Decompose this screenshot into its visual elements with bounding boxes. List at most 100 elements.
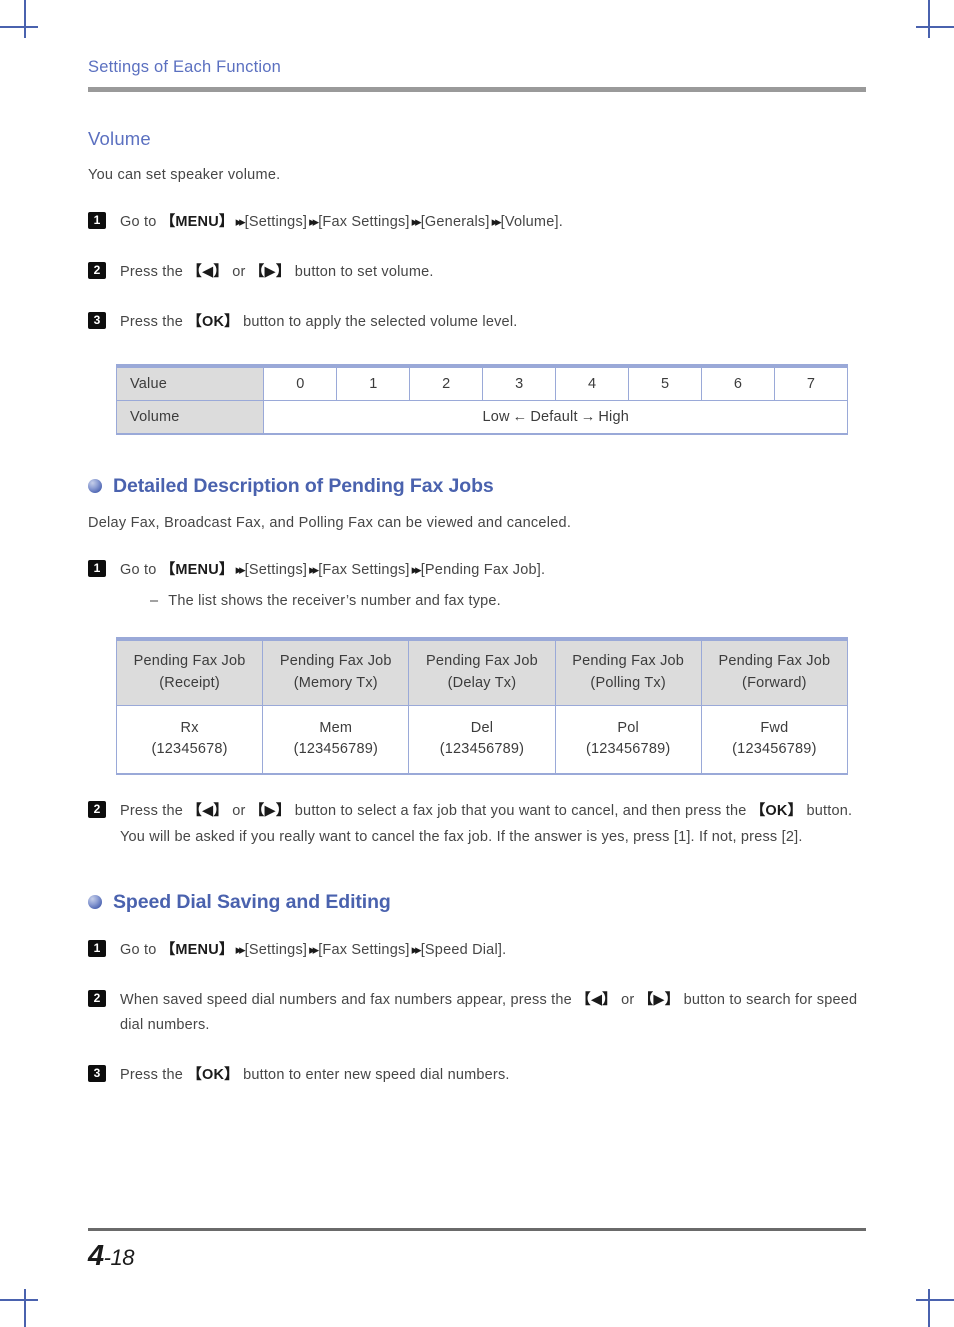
step-number-badge: 3 <box>88 1065 106 1083</box>
value-cell: 4 <box>555 365 630 401</box>
section-heading-speed-dial: Speed Dial Saving and Editing <box>88 851 866 914</box>
row-header-volume: Volume <box>115 399 265 435</box>
crop-mark-icon <box>916 1299 954 1301</box>
data-cell: Fwd (123456789) <box>700 704 849 775</box>
step-text: button to enter new speed dial numbers. <box>238 1067 510 1084</box>
page-footer: 4-18 <box>88 1228 866 1273</box>
step-text: button to apply the selected volume leve… <box>238 314 518 331</box>
volume-table: Value 0 1 2 3 4 5 6 7 Volume Low ← Default… <box>115 363 848 435</box>
step-text: button to select a fax job that you want… <box>290 803 751 820</box>
data-cell: Mem (123456789) <box>262 704 410 775</box>
section-heading-pending-fax-jobs: Detailed Description of Pending Fax Jobs <box>88 435 866 498</box>
header-line2: (Memory Tx) <box>293 674 378 691</box>
path-item: [Speed Dial] <box>420 941 503 958</box>
running-header: Settings of Each Function <box>88 58 282 76</box>
page-number-chapter: 4 <box>88 1240 104 1272</box>
ok-keycap: 【OK】 <box>750 803 803 820</box>
crop-mark-icon <box>0 1299 38 1301</box>
pending-fax-step-1: 1 Go to 【MENU】 ▸▸ [Settings] ▸▸ [Fax Setting… <box>88 534 866 584</box>
section-heading-volume: Volume <box>88 128 151 149</box>
double-arrow-icon: ▸▸ <box>309 562 319 578</box>
cell-line2: (12345678) <box>151 741 228 758</box>
path-item: [Pending Fax Job] <box>420 562 541 579</box>
pending-fax-table: Pending Fax Job (Receipt) Pending Fax Job… <box>115 637 849 776</box>
header-line2: (Delay Tx) <box>447 674 517 691</box>
scale-high: High <box>598 408 630 425</box>
row-header-value: Value <box>115 365 265 401</box>
heading-label: Speed Dial Saving and Editing <box>113 890 391 913</box>
table-row: Rx (12345678) Mem (123456789) Del (12345678… <box>115 704 849 775</box>
column-header: Pending Fax Job (Polling Tx) <box>554 638 702 706</box>
heading-label: Detailed Description of Pending Fax Jobs <box>113 474 494 497</box>
step-text: or <box>228 803 250 820</box>
header-line1: Pending Fax Job <box>426 653 538 670</box>
header-line1: Pending Fax Job <box>718 653 831 670</box>
left-arrow-icon: ← <box>512 408 528 425</box>
cell-line2: (123456789) <box>732 741 817 758</box>
path-item: [Settings] <box>244 562 308 579</box>
page-content: Settings of Each Function Volume You can… <box>88 0 866 1089</box>
crop-mark-icon <box>0 26 38 28</box>
speed-dial-step-1: 1 Go to 【MENU】 ▸▸ [Settings] ▸▸ [Fax Setting… <box>88 914 866 964</box>
step-text-prefix: Go to <box>120 214 161 231</box>
ok-keycap: 【OK】 <box>187 1067 239 1084</box>
step-text: or <box>616 991 639 1008</box>
crop-mark-icon <box>24 1289 26 1327</box>
crop-mark-icon <box>928 0 930 38</box>
cell-line2: (123456789) <box>585 741 671 758</box>
volume-step-2: 2 Press the 【◀】 or 【▶】 button to set vol… <box>88 236 866 286</box>
pending-fax-step-2: 2 Press the 【◀】 or 【▶】 button to select … <box>88 775 866 851</box>
step-text: When saved speed dial numbers and fax nu… <box>120 991 577 1008</box>
step-text: Press the <box>120 1067 188 1084</box>
column-header: Pending Fax Job (Receipt) <box>115 638 264 706</box>
crop-mark-icon <box>928 1289 930 1327</box>
step-text-suffix: . <box>558 214 563 231</box>
double-arrow-icon: ▸▸ <box>411 562 422 578</box>
page-number: 4-18 <box>88 1231 866 1273</box>
menu-keycap: 【MENU】 <box>160 941 234 958</box>
step-text: button to set volume. <box>290 264 434 281</box>
speed-dial-step-2: 2 When saved speed dial numbers and fax … <box>88 964 866 1040</box>
scale-low: Low <box>482 408 510 425</box>
header-line2: (Receipt) <box>159 674 220 691</box>
column-header: Pending Fax Job (Delay Tx) <box>408 638 556 706</box>
step-number-badge: 2 <box>88 801 106 819</box>
cell-line1: Fwd <box>760 719 789 736</box>
header-line1: Pending Fax Job <box>572 653 685 670</box>
left-arrow-keycap: 【◀】 <box>576 991 617 1008</box>
value-cell: 3 <box>482 365 557 401</box>
double-arrow-icon: ▸▸ <box>235 941 246 957</box>
data-cell: Del (123456789) <box>408 704 556 775</box>
pending-fax-intro-text: Delay Fax, Broadcast Fax, and Polling Fa… <box>88 514 572 531</box>
step-text: Press the <box>120 314 188 331</box>
volume-scale-cell: Low ← Default → High <box>263 399 848 435</box>
note-text: The list shows the receiver’s number and… <box>168 593 501 610</box>
path-item: [Settings] <box>244 941 308 958</box>
table-row: Volume Low ← Default → High <box>115 399 848 435</box>
path-item: [Settings] <box>244 214 308 231</box>
header-line1: Pending Fax Job <box>133 653 246 670</box>
step-text: Press the <box>120 803 188 820</box>
value-cell: 7 <box>774 365 848 401</box>
speed-dial-step-3: 3 Press the 【OK】 button to enter new spe… <box>88 1039 866 1089</box>
step-number-badge: 1 <box>88 212 106 230</box>
sphere-bullet-icon <box>88 895 102 910</box>
crop-mark-icon <box>916 26 954 28</box>
data-cell: Pol (123456789) <box>554 704 702 775</box>
double-arrow-icon: ▸▸ <box>309 941 319 957</box>
step-text-prefix: Go to <box>120 941 161 958</box>
step-number-badge: 1 <box>88 560 106 578</box>
pending-fax-table-wrapper: Pending Fax Job (Receipt) Pending Fax Job… <box>88 609 866 776</box>
value-cell: 5 <box>628 365 703 401</box>
right-arrow-keycap: 【▶】 <box>249 264 291 281</box>
step-text-suffix: . <box>540 562 546 579</box>
double-arrow-icon: ▸▸ <box>411 941 422 957</box>
path-item: [Volume] <box>500 214 559 231</box>
volume-table-wrapper: Value 0 1 2 3 4 5 6 7 Volume Low ← Default… <box>88 336 866 435</box>
document-page: Settings of Each Function Volume You can… <box>0 0 954 1327</box>
column-header: Pending Fax Job (Forward) <box>700 638 849 706</box>
double-arrow-icon: ▸▸ <box>235 562 246 578</box>
double-arrow-icon: ▸▸ <box>235 214 246 230</box>
column-header: Pending Fax Job (Memory Tx) <box>262 638 410 706</box>
cell-line1: Rx <box>180 719 199 736</box>
